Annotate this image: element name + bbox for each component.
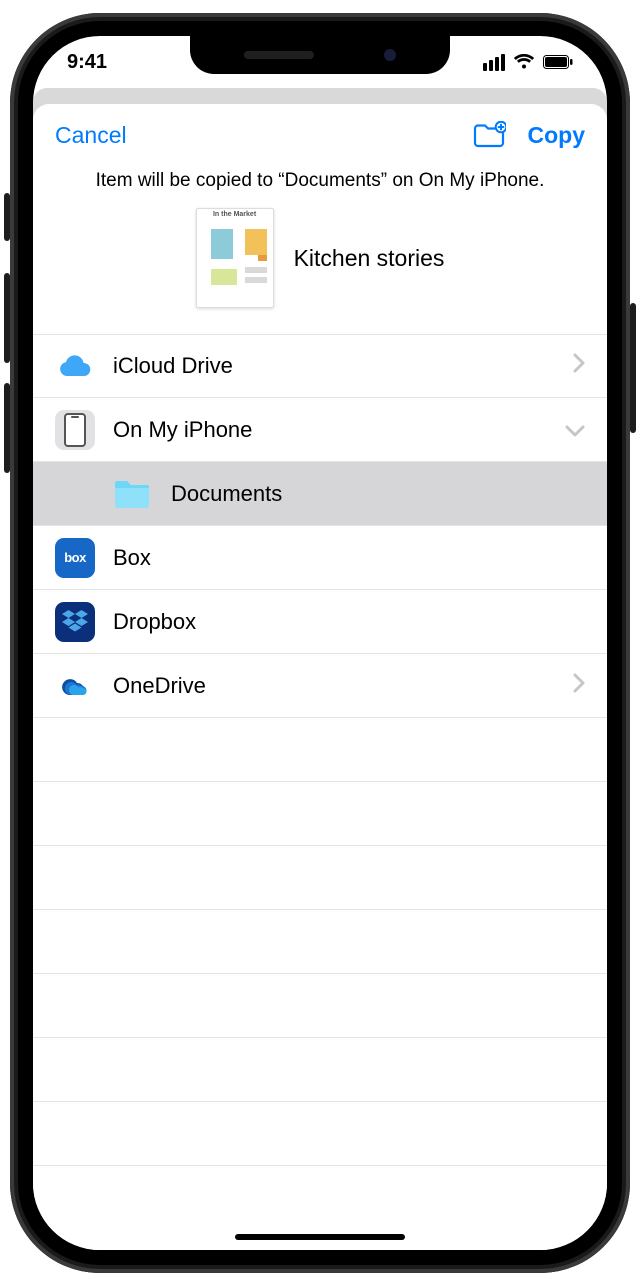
cancel-button[interactable]: Cancel — [55, 122, 127, 149]
iphone-icon — [55, 410, 95, 450]
list-item — [33, 910, 607, 974]
list-item — [33, 974, 607, 1038]
chevron-right-icon — [573, 673, 585, 699]
list-item — [33, 1102, 607, 1166]
chevron-down-icon — [565, 417, 585, 443]
device-frame: 9:41 Cancel — [10, 13, 630, 1273]
cellular-icon — [483, 54, 505, 71]
notch — [190, 36, 450, 74]
location-label: On My iPhone — [113, 417, 252, 443]
list-item — [33, 718, 607, 782]
icloud-icon — [55, 346, 95, 386]
location-on-my-iphone[interactable]: On My iPhone — [33, 398, 607, 462]
location-label: Documents — [171, 481, 282, 507]
dropbox-app-icon — [55, 602, 95, 642]
location-label: OneDrive — [113, 673, 206, 699]
status-time: 9:41 — [67, 51, 107, 74]
location-documents[interactable]: Documents — [33, 462, 607, 526]
item-thumbnail: In the Market — [196, 208, 274, 308]
onedrive-app-icon — [55, 666, 95, 706]
location-dropbox[interactable]: Dropbox — [33, 590, 607, 654]
destination-prompt: Item will be copied to “Documents” on On… — [33, 166, 607, 204]
chevron-right-icon — [573, 353, 585, 379]
location-onedrive[interactable]: OneDrive — [33, 654, 607, 718]
location-box[interactable]: box Box — [33, 526, 607, 590]
item-preview: In the Market Kitchen stories — [33, 204, 607, 334]
copy-button[interactable]: Copy — [528, 122, 586, 149]
location-label: Dropbox — [113, 609, 196, 635]
location-icloud-drive[interactable]: iCloud Drive — [33, 334, 607, 398]
list-item — [33, 782, 607, 846]
list-item — [33, 846, 607, 910]
battery-icon — [543, 55, 573, 69]
folder-icon — [111, 478, 153, 510]
wifi-icon — [513, 54, 535, 70]
list-item — [33, 1038, 607, 1102]
location-label: iCloud Drive — [113, 353, 233, 379]
item-name: Kitchen stories — [294, 245, 445, 272]
home-indicator[interactable] — [235, 1234, 405, 1240]
sheet-navbar: Cancel Copy — [33, 104, 607, 166]
save-to-files-sheet: Cancel Copy Item will be copied to “Docu… — [33, 104, 607, 1250]
new-folder-icon[interactable] — [472, 121, 506, 149]
box-app-icon: box — [55, 538, 95, 578]
locations-list[interactable]: iCloud Drive On My iPhone — [33, 334, 607, 1250]
location-label: Box — [113, 545, 151, 571]
